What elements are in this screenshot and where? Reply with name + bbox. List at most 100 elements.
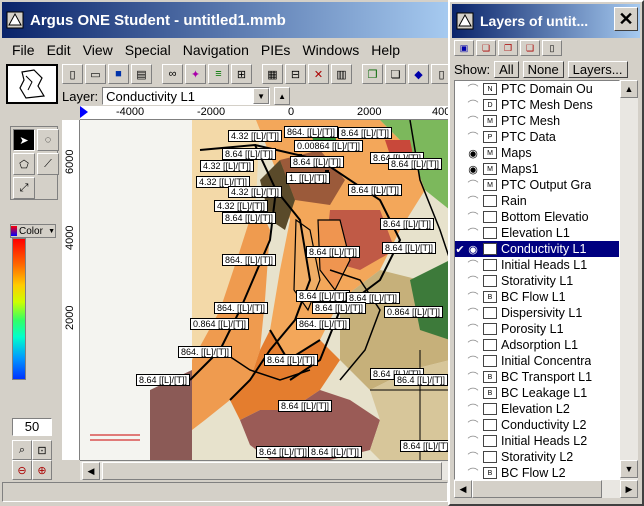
visibility-eye-icon[interactable]: ⌒ xyxy=(465,433,481,449)
duplicate-layer-icon[interactable]: ❏ xyxy=(476,40,496,56)
visibility-eye-icon[interactable]: ⌒ xyxy=(465,417,481,433)
visibility-eye-icon[interactable]: ⌒ xyxy=(465,81,481,97)
color-scale-bar[interactable] xyxy=(12,238,26,380)
new-icon[interactable]: ▯ xyxy=(62,64,83,84)
color-palette-header[interactable]: Color ▼ xyxy=(10,224,56,238)
layers-button[interactable]: Layers... xyxy=(567,60,628,78)
map-value-label[interactable]: 864. [[L]/[T]] xyxy=(284,126,339,138)
polygon-icon[interactable]: ⬠ xyxy=(13,153,35,175)
layer-row[interactable]: ⌒ M PTC Output Gra xyxy=(455,177,619,193)
visibility-eye-icon[interactable]: ⌒ xyxy=(465,369,481,385)
menu-special[interactable]: Special xyxy=(119,42,177,58)
map-value-label[interactable]: 8.64 [[L]/[T]] xyxy=(256,446,311,458)
map-value-label[interactable]: 864. [[L]/[T]] xyxy=(222,254,277,266)
diamond-icon[interactable]: ◆ xyxy=(408,64,429,84)
visibility-eye-icon[interactable]: ⌒ xyxy=(465,257,481,273)
visibility-eye-icon[interactable]: ⌒ xyxy=(465,321,481,337)
layer-page-icon[interactable]: ▯ xyxy=(542,40,562,56)
visibility-eye-icon[interactable]: ⌒ xyxy=(465,129,481,145)
layers-stack-icon[interactable]: ≡ xyxy=(208,64,229,84)
menu-pies[interactable]: PIEs xyxy=(255,42,297,58)
layer-row[interactable]: ⌒ Elevation L1 xyxy=(455,225,619,241)
chevron-down-icon[interactable]: ▼ xyxy=(253,88,270,104)
map-value-label[interactable]: 8.64 [[L]/[T]] xyxy=(382,242,437,254)
main-titlebar[interactable]: Argus ONE Student - untitled1.mmb xyxy=(2,2,448,38)
zoom-search-icon[interactable]: ⌕ xyxy=(12,440,32,460)
close-icon[interactable]: ✕ xyxy=(614,7,638,31)
zoom-fit-window-icon[interactable]: ⊡ xyxy=(32,440,52,460)
layer-row[interactable]: ⌒ B BC Flow L1 xyxy=(455,289,619,305)
menu-view[interactable]: View xyxy=(77,42,119,58)
visibility-eye-icon[interactable]: ⌒ xyxy=(465,273,481,289)
chevron-down-icon[interactable]: ▼ xyxy=(48,228,55,235)
zoom-input[interactable]: 50 xyxy=(12,418,52,436)
visibility-eye-icon[interactable]: ⌒ xyxy=(465,401,481,417)
arrow-pointer-icon[interactable]: ➤ xyxy=(13,129,35,151)
layer-row[interactable]: ⌒ Initial Heads L2 xyxy=(455,433,619,449)
zoom-in-icon[interactable]: ⊕ xyxy=(32,460,52,480)
visibility-eye-icon[interactable]: ⌒ xyxy=(465,193,481,209)
visibility-eye-icon[interactable]: ⌒ xyxy=(465,385,481,401)
mesh-icon[interactable]: ⊟ xyxy=(285,64,306,84)
layer-row[interactable]: ⌒ Storativity L2 xyxy=(455,449,619,465)
map-value-label[interactable]: 8.64 [[L]/[T]] xyxy=(264,354,319,366)
layer-row[interactable]: ⌒ Adsorption L1 xyxy=(455,337,619,353)
visibility-eye-icon[interactable]: ⌒ xyxy=(465,225,481,241)
layer-row[interactable]: ⌒ B BC Transport L1 xyxy=(455,369,619,385)
table-icon[interactable]: ▥ xyxy=(331,64,352,84)
point-icon[interactable]: ⤢ xyxy=(13,177,35,199)
visibility-eye-icon[interactable]: ◉ xyxy=(465,243,481,256)
show-all-button[interactable]: All xyxy=(494,60,519,78)
layer-row[interactable]: ⌒ Initial Concentra xyxy=(455,353,619,369)
map-value-label[interactable]: 8.64 [[L]/[T]] xyxy=(348,184,403,196)
layer-settings-icon[interactable]: ❑ xyxy=(520,40,540,56)
visibility-eye-icon[interactable]: ⌒ xyxy=(465,305,481,321)
layer-row[interactable]: ◉ M Maps1 xyxy=(455,161,619,177)
visibility-eye-icon[interactable]: ⌒ xyxy=(465,353,481,369)
layer-row[interactable]: ⌒ Initial Heads L1 xyxy=(455,257,619,273)
visibility-eye-icon[interactable]: ⌒ xyxy=(465,465,481,479)
layer-up-arrow-icon[interactable]: ▲ xyxy=(274,87,291,105)
layer-row[interactable]: ⌒ P PTC Data xyxy=(455,129,619,145)
map-value-label[interactable]: 8.64 [[L]/[T]] xyxy=(338,127,393,139)
visibility-eye-icon[interactable]: ◉ xyxy=(465,163,481,176)
visibility-eye-icon[interactable]: ⌒ xyxy=(465,449,481,465)
map-value-label[interactable]: 8.64 [[L]/[T]] xyxy=(136,374,191,386)
map-value-label[interactable]: 4.32 [[L]/[T]] xyxy=(228,186,283,198)
map-value-label[interactable]: 8.64 [[L]/[T]] xyxy=(222,212,277,224)
layer-info-icon[interactable]: ❐ xyxy=(498,40,518,56)
scroll-up-icon[interactable]: ▲ xyxy=(620,80,638,98)
map-value-label[interactable]: 8.64 [[L]/[T]] xyxy=(312,302,367,314)
map-value-label[interactable]: 8.64 [[L]/[T]] xyxy=(308,446,363,458)
layer-row[interactable]: ⌒ B BC Leakage L1 xyxy=(455,385,619,401)
scroll-thumb[interactable] xyxy=(102,462,442,480)
open-folder-icon[interactable]: ▭ xyxy=(85,64,106,84)
map-value-label[interactable]: 8.64 [[L]/[T]] xyxy=(388,158,443,170)
menu-windows[interactable]: Windows xyxy=(296,42,365,58)
save-icon[interactable]: ■ xyxy=(108,64,129,84)
show-none-button[interactable]: None xyxy=(522,60,564,78)
map-value-label[interactable]: 1. [[L]/[T]] xyxy=(286,172,331,184)
book-icon[interactable]: ❐ xyxy=(362,64,383,84)
menu-file[interactable]: File xyxy=(2,42,41,58)
layer-row[interactable]: ⌒ M PTC Mesh xyxy=(455,113,619,129)
magic-icon[interactable]: ✦ xyxy=(185,64,206,84)
new-layer-icon[interactable]: ▣ xyxy=(454,40,474,56)
scroll-thumb[interactable] xyxy=(472,480,602,498)
line-icon[interactable]: ⟋ xyxy=(37,153,59,175)
map-value-label[interactable]: 8.64 [[L]/[T]] xyxy=(222,148,277,160)
map-value-label[interactable]: 0.00864 [[L]/[T]] xyxy=(294,140,364,152)
visibility-eye-icon[interactable]: ⌒ xyxy=(465,209,481,225)
layer-row[interactable]: ⌒ D PTC Mesh Dens xyxy=(455,97,619,113)
layers-horizontal-scrollbar[interactable]: ◀ ▶ xyxy=(454,480,638,498)
visibility-eye-icon[interactable]: ◉ xyxy=(465,147,481,160)
layer-row[interactable]: ✔ ◉ Conductivity L1 xyxy=(455,241,619,257)
map-value-label[interactable]: 8.64 [[L]/[T]] xyxy=(306,246,361,258)
menu-edit[interactable]: Edit xyxy=(41,42,77,58)
map-horizontal-scrollbar[interactable]: ◀ xyxy=(80,460,450,480)
layer-row[interactable]: ⌒ Storativity L1 xyxy=(455,273,619,289)
layer-row[interactable]: ⌒ Rain xyxy=(455,193,619,209)
zoom-fit-icon[interactable]: ⊞ xyxy=(231,64,252,84)
notes-icon[interactable]: ❏ xyxy=(385,64,406,84)
map-value-label[interactable]: 86.4 [[L]/[T]] xyxy=(394,374,449,386)
